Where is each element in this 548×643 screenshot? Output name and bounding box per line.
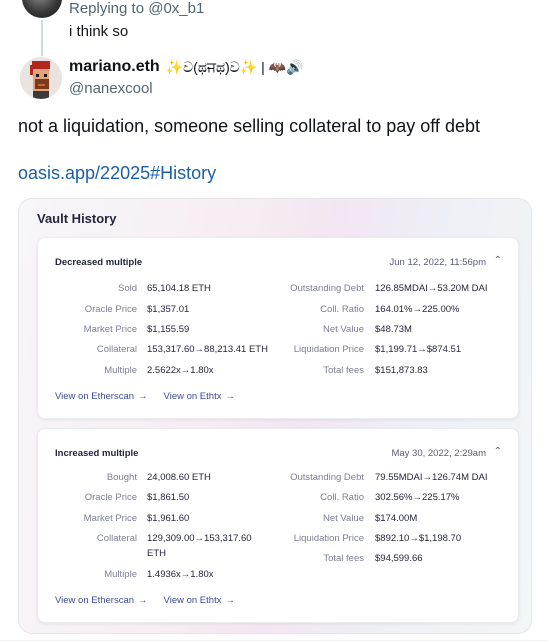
value-oracle-price: $1,861.50: [147, 492, 190, 503]
divider: [0, 640, 548, 641]
replying-to-label[interactable]: Replying to @0x_b1: [69, 0, 204, 17]
chevron-up-icon[interactable]: ⌃: [494, 446, 502, 457]
embedded-image[interactable]: Vault History Decreased multiple Jun 12,…: [18, 198, 532, 634]
vault-event-card: Decreased multiple Jun 12, 2022, 11:56pm…: [37, 237, 519, 419]
event-title: Decreased multiple: [55, 257, 143, 268]
vault-event-card: Increased multiple May 30, 2022, 2:29am …: [37, 428, 519, 623]
detail-row: Collateral 153,317.60→88,213.41 ETH Liqu…: [38, 344, 520, 358]
vault-history-title: Vault History: [37, 211, 117, 226]
author-name-row: mariano.eth ✨ව(ಥਜಥ)ව✨ | 🦇🔊: [69, 58, 304, 76]
event-date: Jun 12, 2022, 11:56pm: [389, 257, 486, 268]
detail-row: Oracle Price $1,357.01 Coll. Ratio 164.0…: [38, 304, 520, 318]
detail-row: Market Price $1,155.59 Net Value $48.73M: [38, 324, 520, 338]
view-on-ethtx-link[interactable]: View on Ethtx →: [164, 595, 235, 606]
value-multiple: 1.4936x→1.80x: [147, 569, 214, 580]
label-market-price: Market Price: [83, 324, 137, 335]
author-name[interactable]: mariano.eth: [69, 58, 160, 76]
value-multiple: 2.5622x→1.80x: [147, 365, 214, 376]
label-liquidation-price: Liquidation Price: [293, 533, 364, 544]
label-collateral: Collateral: [96, 533, 137, 544]
explorer-links: View on Etherscan → View on Ethtx →: [55, 595, 235, 606]
detail-row: Total fees $94,599.66: [38, 553, 520, 567]
value-bought: 24,008.60 ETH: [147, 472, 211, 483]
label-collateral: Collateral: [96, 344, 137, 355]
label-outstanding-debt: Outstanding Debt: [290, 472, 364, 483]
explorer-links: View on Etherscan → View on Ethtx →: [55, 391, 235, 402]
label-bought: Bought: [106, 472, 137, 483]
value-oracle-price: $1,357.01: [147, 304, 190, 315]
value-total-fees: $94,599.66: [375, 553, 423, 564]
arrow-right-icon: →: [225, 391, 235, 402]
detail-row: Multiple 2.5622x→1.80x Total fees $151,8…: [38, 365, 520, 379]
tweet-text: not a liquidation, someone selling colla…: [18, 116, 480, 136]
value-outstanding-debt: 126.85MDAI→53.20M DAI: [375, 283, 488, 294]
label-multiple: Multiple: [104, 569, 137, 580]
label-liquidation-price: Liquidation Price: [293, 344, 364, 355]
value-outstanding-debt: 79.55MDAI→126.74M DAI: [375, 472, 488, 483]
pixel-punk-avatar-icon: [20, 57, 62, 99]
value-coll-ratio: 164.01%→225.00%: [375, 304, 460, 315]
label-multiple: Multiple: [104, 365, 137, 376]
event-title: Increased multiple: [55, 448, 139, 459]
name-decoration: ✨ව(ಥਜಥ)ව✨ | 🦇🔊: [165, 58, 304, 75]
label-oracle-price: Oracle Price: [84, 304, 137, 315]
thread-line: [41, 20, 43, 56]
label-total-fees: Total fees: [323, 365, 364, 376]
value-coll-ratio: 302.56%→225.17%: [375, 492, 460, 503]
value-market-price: $1,961.60: [147, 513, 190, 524]
label-total-fees: Total fees: [323, 553, 364, 564]
detail-row: Sold 65,104.18 ETH Outstanding Debt 126.…: [38, 283, 520, 297]
detail-row: Bought 24,008.60 ETH Outstanding Debt 79…: [38, 472, 520, 486]
value-net-value: $48.73M: [375, 324, 412, 335]
value-sold: 65,104.18 ETH: [147, 283, 211, 294]
tweet-link[interactable]: oasis.app/22025#History: [18, 163, 216, 184]
detail-row: Multiple 1.4936x→1.80x: [38, 569, 520, 583]
reply-text: i think so: [69, 23, 129, 40]
label-net-value: Net Value: [322, 324, 364, 335]
label-coll-ratio: Coll. Ratio: [320, 304, 364, 315]
detail-row: Oracle Price $1,861.50 Coll. Ratio 302.5…: [38, 492, 520, 506]
author-handle[interactable]: @nanexcool: [69, 80, 153, 97]
author-avatar[interactable]: [20, 57, 62, 99]
arrow-right-icon: →: [138, 391, 148, 402]
label-oracle-price: Oracle Price: [84, 492, 137, 503]
arrow-right-icon: →: [138, 595, 148, 606]
label-outstanding-debt: Outstanding Debt: [290, 283, 364, 294]
label-net-value: Net Value: [322, 513, 364, 524]
value-net-value: $174.00M: [375, 513, 418, 524]
value-market-price: $1,155.59: [147, 324, 190, 335]
value-liquidation-price: $892.10→$1,198.70: [375, 533, 462, 544]
reply-avatar[interactable]: [22, 0, 62, 18]
arrow-right-icon: →: [225, 595, 235, 606]
event-date: May 30, 2022, 2:29am: [391, 448, 486, 459]
view-on-etherscan-link[interactable]: View on Etherscan →: [55, 391, 148, 402]
view-on-etherscan-link[interactable]: View on Etherscan →: [55, 595, 148, 606]
label-market-price: Market Price: [83, 513, 137, 524]
value-liquidation-price: $1,199.71→$874.51: [375, 344, 462, 355]
view-on-ethtx-link[interactable]: View on Ethtx →: [164, 391, 235, 402]
label-coll-ratio: Coll. Ratio: [320, 492, 364, 503]
label-sold: Sold: [117, 283, 137, 294]
chevron-up-icon[interactable]: ⌃: [494, 255, 502, 266]
value-total-fees: $151,873.83: [375, 365, 428, 376]
detail-row: Market Price $1,961.60 Net Value $174.00…: [38, 513, 520, 527]
